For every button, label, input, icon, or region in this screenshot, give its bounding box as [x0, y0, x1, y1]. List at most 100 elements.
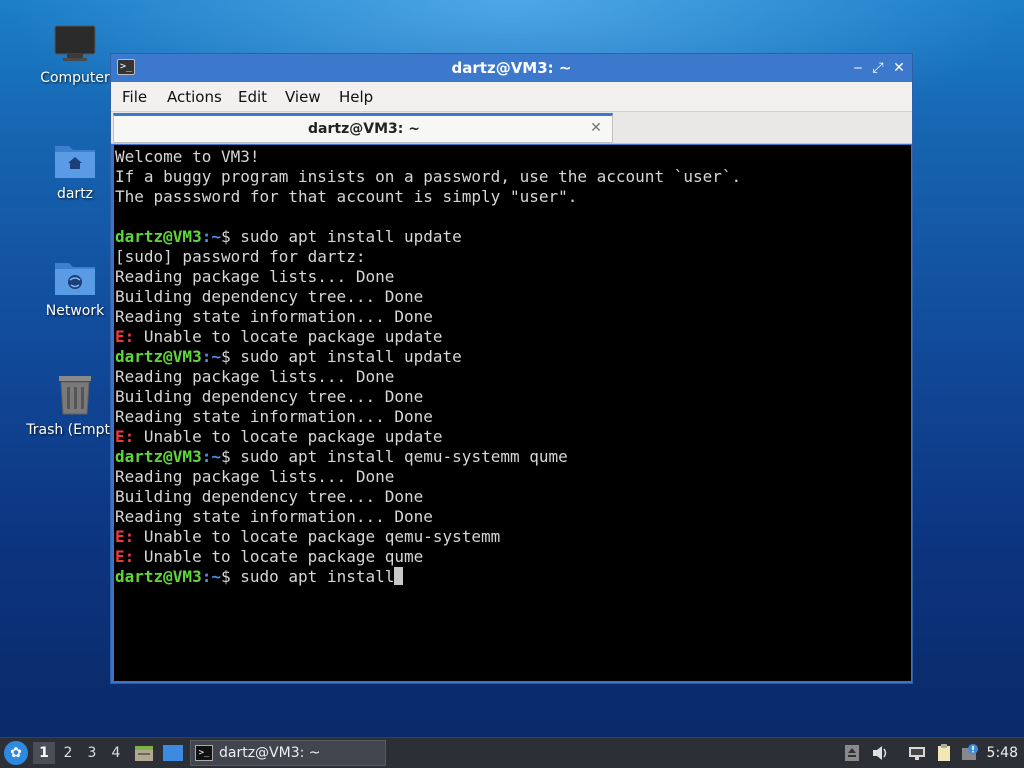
- prompt-symbol: $: [220, 347, 241, 366]
- taskbar: ✿ 1 2 3 4 >_ dartz@VM3: ~ 5:48: [0, 737, 1024, 768]
- prompt-path: ~: [211, 227, 221, 246]
- prompt-separator: :: [201, 347, 212, 366]
- error-message: Unable to locate package qume: [134, 547, 424, 566]
- show-desktop-icon[interactable]: [162, 742, 184, 764]
- taskbar-window-label: dartz@VM3: ~: [219, 745, 321, 761]
- prompt-user: dartz@VM3: [115, 567, 202, 586]
- output-text: Building dependency tree... Done: [115, 487, 424, 506]
- terminal-line: dartz@VM3:~$ sudo apt install: [115, 567, 911, 587]
- network-status-icon[interactable]: [907, 743, 927, 763]
- output-text: If a buggy program insists on a password…: [115, 167, 742, 186]
- error-tag: E:: [115, 327, 135, 346]
- terminal-line: E: Unable to locate package qemu-systemm: [115, 527, 911, 547]
- clock: 5:48: [986, 745, 1018, 761]
- terminal-line: The passsword for that account is simply…: [115, 187, 911, 207]
- prompt-user: dartz@VM3: [115, 227, 202, 246]
- prompt-symbol: $: [220, 227, 241, 246]
- terminal-line: dartz@VM3:~$ sudo apt install qemu-syste…: [115, 447, 911, 467]
- command-text: sudo apt install update: [240, 347, 462, 366]
- taskbar-window-button[interactable]: >_ dartz@VM3: ~: [190, 740, 386, 766]
- terminal-line: Building dependency tree... Done: [115, 387, 911, 407]
- tab-bar: dartz@VM3: ~ ✕: [111, 112, 912, 144]
- workspace-4[interactable]: 4: [105, 742, 127, 764]
- terminal-line: Reading state information... Done: [115, 307, 911, 327]
- window-titlebar[interactable]: >_ dartz@VM3: ~ ‒ ⤢ ✕: [111, 54, 912, 82]
- minimize-button[interactable]: ‒: [849, 59, 867, 77]
- terminal-line: [sudo] password for dartz:: [115, 247, 911, 267]
- terminal-line: dartz@VM3:~$ sudo apt install update: [115, 227, 911, 247]
- prompt-path: ~: [211, 347, 221, 366]
- maximize-button[interactable]: ⤢: [869, 59, 887, 77]
- error-message: Unable to locate package qemu-systemm: [134, 527, 501, 546]
- output-text: Reading state information... Done: [115, 307, 433, 326]
- clipboard-icon[interactable]: [934, 743, 954, 763]
- command-text: sudo apt install: [240, 567, 395, 586]
- volume-icon[interactable]: [870, 743, 890, 763]
- terminal-line: Building dependency tree... Done: [115, 287, 911, 307]
- text-cursor: [394, 567, 404, 585]
- terminal-line: Reading package lists... Done: [115, 467, 911, 487]
- window-title: dartz@VM3: ~: [451, 59, 572, 77]
- output-text: Building dependency tree... Done: [115, 387, 424, 406]
- tab-title: dartz@VM3: ~: [308, 121, 420, 137]
- prompt-separator: :: [201, 567, 212, 586]
- trash-icon: [59, 376, 91, 415]
- error-tag: E:: [115, 427, 135, 446]
- error-tag: E:: [115, 527, 135, 546]
- menu-edit[interactable]: Edit: [238, 82, 267, 112]
- computer-icon: [54, 25, 96, 61]
- output-text: Welcome to VM3!: [115, 147, 260, 166]
- prompt-symbol: $: [220, 567, 241, 586]
- file-manager-launcher-icon[interactable]: [133, 742, 155, 764]
- terminal-line: Building dependency tree... Done: [115, 487, 911, 507]
- terminal-line: E: Unable to locate package update: [115, 327, 911, 347]
- terminal-app-icon: >_: [195, 745, 213, 761]
- output-text: Reading package lists... Done: [115, 367, 395, 386]
- prompt-separator: :: [201, 227, 212, 246]
- terminal-line: Reading package lists... Done: [115, 267, 911, 287]
- prompt-path: ~: [211, 567, 221, 586]
- home-folder-icon: [55, 146, 95, 178]
- terminal-line: E: Unable to locate package qume: [115, 547, 911, 567]
- tab-close-icon[interactable]: ✕: [588, 119, 604, 137]
- menu-view[interactable]: View: [285, 82, 321, 112]
- close-button[interactable]: ✕: [890, 59, 908, 77]
- terminal-line: Reading package lists... Done: [115, 367, 911, 387]
- command-text: sudo apt install qemu-systemm qume: [240, 447, 568, 466]
- output-text: Reading state information... Done: [115, 407, 433, 426]
- menubar: File Actions Edit View Help: [111, 82, 912, 112]
- terminal-line: If a buggy program insists on a password…: [115, 167, 911, 187]
- terminal-output[interactable]: Welcome to VM3! If a buggy program insist…: [114, 145, 911, 681]
- workspace-2[interactable]: 2: [57, 742, 79, 764]
- start-menu-icon[interactable]: ✿: [4, 741, 28, 765]
- error-message: Unable to locate package update: [134, 427, 443, 446]
- workspace-1[interactable]: 1: [33, 742, 55, 764]
- command-text: sudo apt install update: [240, 227, 462, 246]
- eject-icon[interactable]: [842, 743, 862, 763]
- menu-actions[interactable]: Actions: [167, 82, 222, 112]
- terminal-line: E: Unable to locate package update: [115, 427, 911, 447]
- notification-icon[interactable]: [960, 743, 980, 763]
- prompt-user: dartz@VM3: [115, 347, 202, 366]
- output-text: The passsword for that account is simply…: [115, 187, 578, 206]
- menu-help[interactable]: Help: [339, 82, 373, 112]
- output-text: Reading state information... Done: [115, 507, 433, 526]
- error-message: Unable to locate package update: [134, 327, 443, 346]
- output-text: [sudo] password for dartz:: [115, 247, 366, 266]
- network-folder-icon: [55, 263, 95, 295]
- prompt-path: ~: [211, 447, 221, 466]
- terminal-line: Reading state information... Done: [115, 407, 911, 427]
- output-text: Reading package lists... Done: [115, 267, 395, 286]
- output-text: Reading package lists... Done: [115, 467, 395, 486]
- prompt-symbol: $: [220, 447, 241, 466]
- terminal-window: >_ dartz@VM3: ~ ‒ ⤢ ✕ File Actions Edit …: [110, 53, 913, 684]
- prompt-separator: :: [201, 447, 212, 466]
- menu-file[interactable]: File: [122, 82, 147, 112]
- tab-terminal[interactable]: dartz@VM3: ~ ✕: [113, 113, 613, 143]
- error-tag: E:: [115, 547, 135, 566]
- output-text: Building dependency tree... Done: [115, 287, 424, 306]
- terminal-line: dartz@VM3:~$ sudo apt install update: [115, 347, 911, 367]
- prompt-user: dartz@VM3: [115, 447, 202, 466]
- workspace-3[interactable]: 3: [81, 742, 103, 764]
